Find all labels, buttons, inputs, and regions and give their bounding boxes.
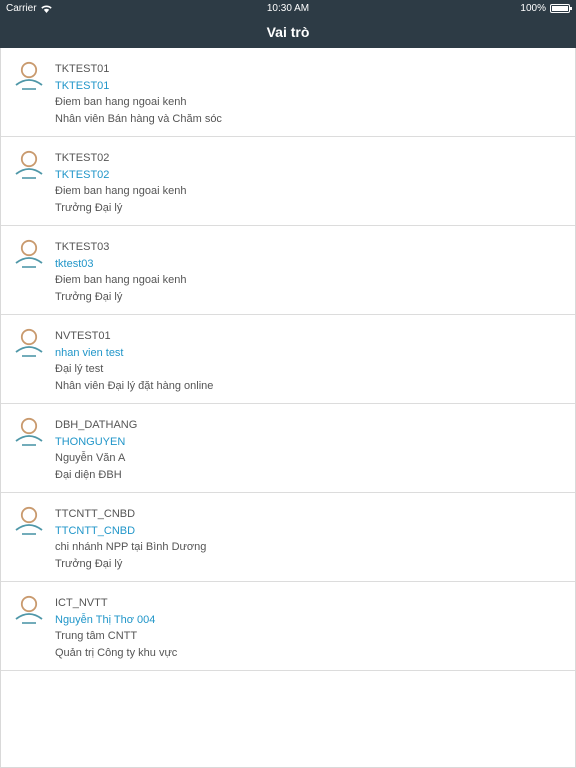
role-list-item[interactable]: TKTEST02 TKTEST02 Điem ban hang ngoai ke… <box>1 137 575 226</box>
role-name: Trưởng Đại lý <box>55 290 123 303</box>
user-name: THONGUYEN <box>55 435 126 448</box>
role-name: Đại diện ĐBH <box>55 468 122 481</box>
user-avatar-icon <box>15 595 43 624</box>
role-code: DBH_DATHANG <box>55 419 138 431</box>
user-name: Nguyễn Thị Thơ 004 <box>55 613 156 626</box>
user-avatar-icon <box>15 150 43 179</box>
role-code: NVTEST01 <box>55 330 111 342</box>
user-avatar-icon <box>15 239 43 268</box>
unit-name: chi nhánh NPP tại Bình Dương <box>55 541 207 554</box>
navigation-header: Carrier 10:30 AM 100% Vai trò <box>0 0 576 48</box>
unit-name: Điem ban hang ngoai kenh <box>55 185 187 198</box>
user-name: tktest03 <box>55 257 94 270</box>
unit-name: Trung tâm CNTT <box>55 630 138 643</box>
role-name: Nhân viên Đại lý đặt hàng online <box>55 379 214 392</box>
user-name: nhan vien test <box>55 346 124 359</box>
role-list: TKTEST01 TKTEST01 Điem ban hang ngoai ke… <box>0 48 576 768</box>
role-list-item[interactable]: TTCNTT_CNBD TTCNTT_CNBD chi nhánh NPP tạ… <box>1 493 575 582</box>
role-code: TKTEST03 <box>55 241 110 253</box>
role-list-item[interactable]: NVTEST01 nhan vien test Đại lý test Nhân… <box>1 315 575 404</box>
role-code: TTCNTT_CNBD <box>55 508 136 520</box>
role-list-item[interactable]: TKTEST01 TKTEST01 Điem ban hang ngoai ke… <box>1 48 575 137</box>
status-time: 10:30 AM <box>266 3 310 14</box>
role-name: Quản trị Công ty khu vực <box>55 646 178 659</box>
battery-percent: 100% <box>520 3 546 14</box>
role-name: Trưởng Đại lý <box>55 201 123 214</box>
role-code: ICT_NVTT <box>55 597 108 609</box>
battery-indicator: 100% <box>520 3 572 14</box>
role-list-item[interactable]: ICT_NVTT Nguyễn Thị Thơ 004 Trung tâm CN… <box>1 582 575 671</box>
status-bar: Carrier 10:30 AM 100% <box>0 0 576 16</box>
role-code: TKTEST01 <box>55 63 110 75</box>
role-list-item[interactable]: DBH_DATHANG THONGUYEN Nguyễn Văn A Đại d… <box>1 404 575 493</box>
unit-name: Đại lý test <box>55 363 104 376</box>
user-avatar-icon <box>15 417 43 446</box>
user-name: TTCNTT_CNBD <box>55 524 136 537</box>
role-name: Nhân viên Bán hàng và Chăm sóc <box>55 112 222 125</box>
user-avatar-icon <box>15 328 43 357</box>
role-list-item[interactable]: TKTEST03 tktest03 Điem ban hang ngoai ke… <box>1 226 575 315</box>
user-name: TKTEST01 <box>55 79 110 92</box>
user-name: TKTEST02 <box>55 168 110 181</box>
role-name: Trưởng Đại lý <box>55 557 123 570</box>
user-avatar-icon <box>15 61 43 90</box>
role-code: TKTEST02 <box>55 152 110 164</box>
unit-name: Điem ban hang ngoai kenh <box>55 96 187 109</box>
battery-icon <box>550 4 572 13</box>
unit-name: Nguyễn Văn A <box>55 452 126 465</box>
user-avatar-icon <box>15 506 43 535</box>
page-title: Vai trò <box>266 24 310 40</box>
unit-name: Điem ban hang ngoai kenh <box>55 274 187 287</box>
